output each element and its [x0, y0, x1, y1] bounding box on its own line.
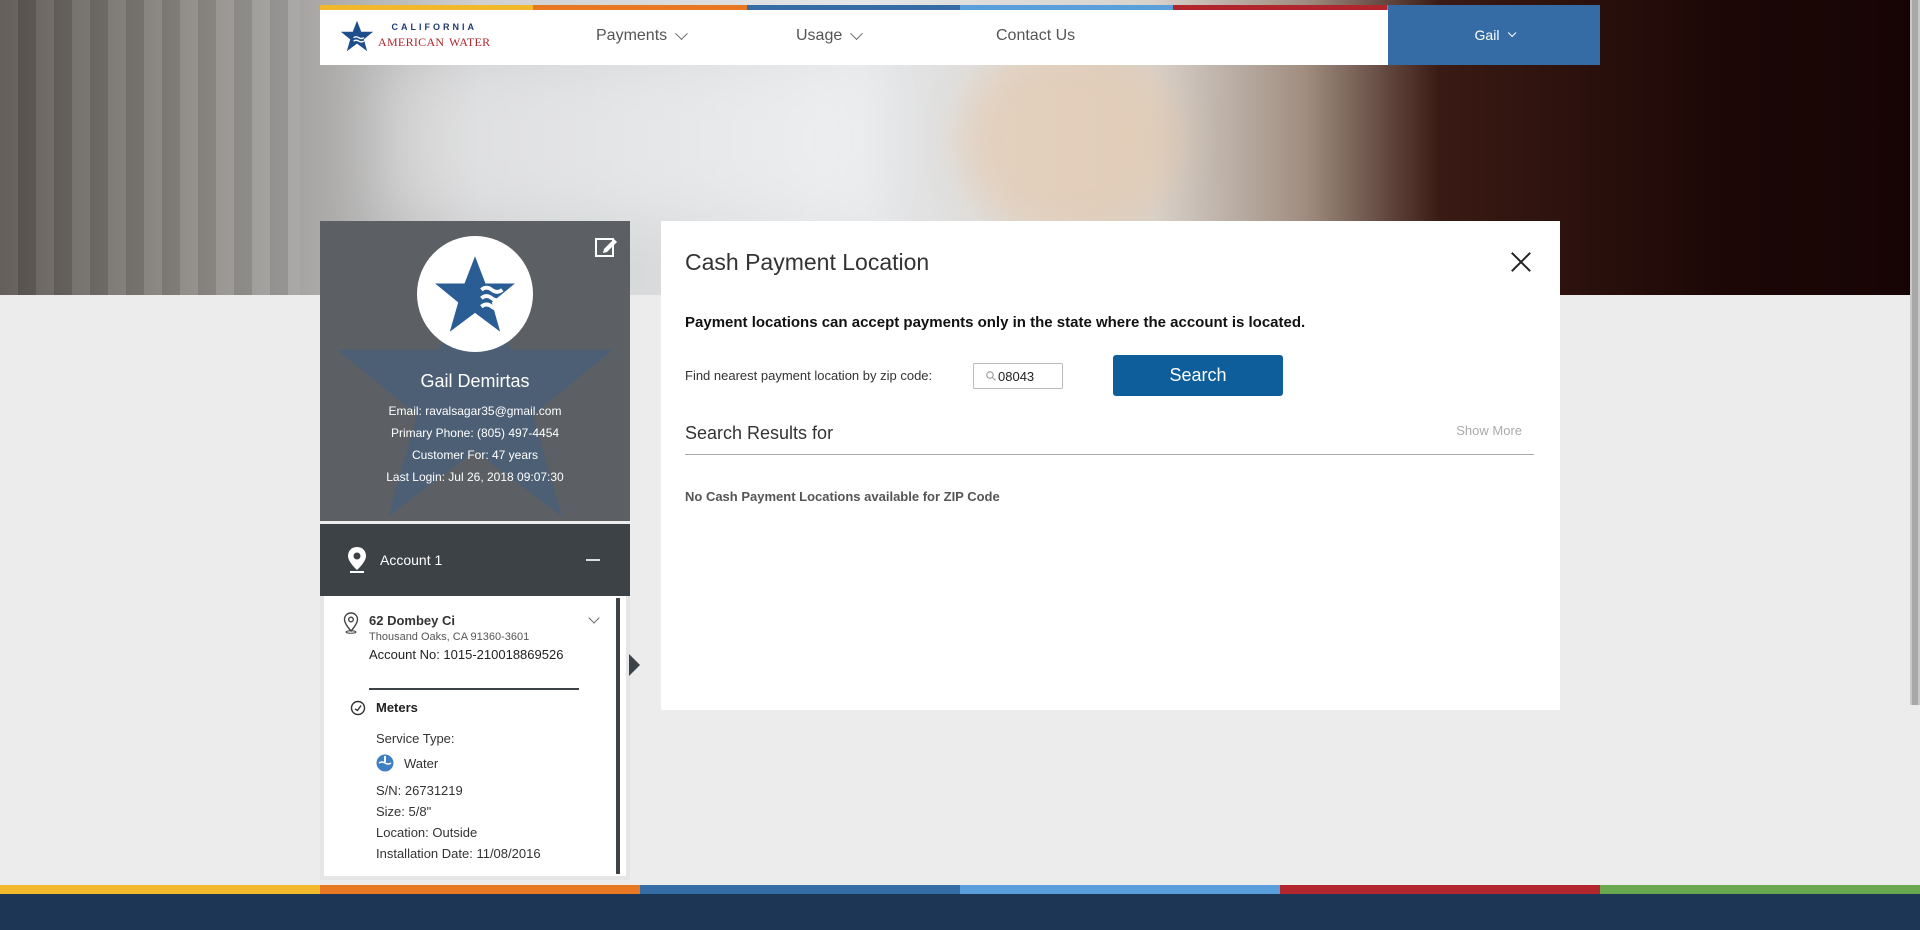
- address-line2: Thousand Oaks, CA 91360-3601: [369, 631, 530, 643]
- nav-payments-label: Payments: [596, 27, 668, 44]
- meter-gauge-icon: [350, 700, 366, 716]
- profile-last-login: Last Login: Jul 26, 2018 09:07:30: [386, 470, 564, 484]
- location-pin-icon: [348, 547, 366, 573]
- divider: [369, 688, 579, 690]
- footer-stripe-segment: [640, 885, 960, 894]
- footer-stripe-segment: [0, 885, 320, 894]
- stripe-segment: [959, 5, 1174, 10]
- profile-name: Gail Demirtas: [420, 371, 530, 391]
- search-results-title: Search Results for: [685, 423, 834, 443]
- meter-install-date: Installation Date: 11/08/2016: [376, 846, 541, 861]
- zip-search-field[interactable]: [973, 363, 1063, 389]
- zip-input[interactable]: [998, 368, 1058, 384]
- search-icon: [986, 371, 996, 381]
- footer-stripe-segment: [960, 885, 1280, 894]
- profile-phone: Primary Phone: (805) 497-4454: [390, 426, 560, 440]
- nav-payments[interactable]: Payments: [596, 26, 689, 45]
- nav-usage-label: Usage: [796, 27, 843, 44]
- address-pin-icon: [343, 612, 359, 634]
- scrollbar-thumb[interactable]: [1912, 0, 1918, 705]
- chevron-down-icon[interactable]: [588, 612, 600, 624]
- profile-card: Gail Demirtas Email: ravalsagar35@gmail.…: [320, 221, 630, 521]
- service-water: Water: [404, 756, 439, 771]
- top-navbar: CALIFORNIA AMERICAN WATER Payments Usage…: [320, 5, 1600, 65]
- brand-logo[interactable]: CALIFORNIA AMERICAN WATER: [340, 19, 490, 53]
- star-avatar-icon: [435, 256, 515, 332]
- page-scrollbar[interactable]: [1910, 0, 1920, 705]
- user-menu[interactable]: Gail: [1388, 5, 1600, 65]
- meter-serial: S/N: 26731219: [376, 783, 463, 798]
- nav-usage[interactable]: Usage: [796, 26, 864, 45]
- hero-curtain: [0, 0, 300, 295]
- hero-child-image: [960, 40, 1180, 240]
- account-number: Account No: 1015-210018869526: [369, 647, 564, 662]
- nav-contact-us[interactable]: Contact Us: [996, 27, 1075, 45]
- modal-title: Cash Payment Location: [685, 249, 930, 275]
- stripe-segment: [1173, 5, 1387, 10]
- profile-email: Email: ravalsagar35@gmail.com: [388, 404, 562, 418]
- footer-stripe-segment: [1280, 885, 1600, 894]
- account-rail: [616, 598, 620, 874]
- selected-arrow-icon: [629, 654, 640, 676]
- results-divider: [685, 454, 1534, 455]
- cash-payment-modal: Cash Payment Location Payment locations …: [661, 221, 1560, 710]
- water-service-icon: [376, 754, 394, 772]
- meters-heading: Meters: [376, 700, 418, 715]
- user-menu-label: Gail: [1474, 27, 1500, 43]
- stripe-segment: [746, 5, 960, 10]
- footer-stripe-segment: [1600, 885, 1920, 894]
- meter-size: Size: 5/8": [376, 804, 432, 819]
- account-details: 62 Dombey Ci Thousand Oaks, CA 91360-360…: [320, 596, 640, 880]
- stripe-segment: [320, 5, 534, 10]
- collapse-icon[interactable]: [586, 559, 600, 561]
- service-type-label: Service Type:: [376, 731, 455, 746]
- chevron-down-icon: [675, 26, 689, 40]
- chevron-down-icon: [1508, 28, 1517, 38]
- chevron-down-icon: [850, 26, 864, 40]
- address-line1: 62 Dombey Ci: [369, 613, 455, 628]
- brand-line2-text: AMERICAN WATER: [378, 31, 491, 50]
- avatar: [417, 236, 533, 352]
- stripe-segment: [533, 5, 747, 10]
- profile-customer-for: Customer For: 47 years: [411, 448, 539, 462]
- close-icon[interactable]: [1510, 251, 1532, 273]
- star-logo-icon: [340, 20, 374, 52]
- brand-line2: AMERICAN WATER: [378, 32, 490, 49]
- search-button[interactable]: Search: [1113, 355, 1283, 396]
- nav-contact-label: Contact Us: [996, 27, 1076, 44]
- show-more-link[interactable]: Show More: [1456, 423, 1522, 438]
- meter-location: Location: Outside: [376, 825, 478, 840]
- no-results-message: No Cash Payment Locations available for …: [685, 489, 1000, 504]
- hero-window-light: [380, 60, 880, 220]
- zip-label: Find nearest payment location by zip cod…: [685, 368, 933, 383]
- footer-stripe: [0, 885, 1920, 894]
- edit-icon[interactable]: [594, 235, 618, 259]
- account-header[interactable]: Account 1: [320, 524, 630, 604]
- footer: [0, 894, 1920, 930]
- modal-note: Payment locations can accept payments on…: [685, 314, 1306, 331]
- account-title: Account 1: [380, 552, 443, 568]
- footer-stripe-segment: [320, 885, 640, 894]
